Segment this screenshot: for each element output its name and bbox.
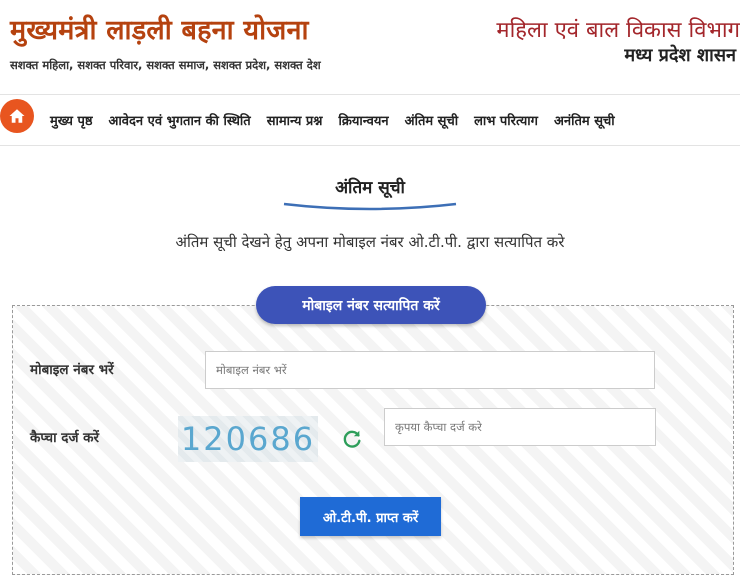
site-tagline: सशक्त महिला, सशक्त परिवार, सशक्त समाज, स… xyxy=(10,58,321,72)
heading-underline xyxy=(283,202,457,211)
get-otp-button[interactable]: ओ.टी.पी. प्राप्त करें xyxy=(300,497,441,536)
home-icon xyxy=(9,109,25,123)
department-name: महिला एवं बाल विकास विभाग xyxy=(496,18,740,43)
captcha-input[interactable] xyxy=(384,408,656,446)
nav-item-provisional-list[interactable]: अनंतिम सूची xyxy=(554,111,615,129)
government-name: मध्य प्रदेश शासन xyxy=(624,45,736,66)
nav-item-benefit-renunciation[interactable]: लाभ परित्याग xyxy=(474,111,538,129)
site-header: मुख्यमंत्री लाड़ली बहना योजना सशक्त महिल… xyxy=(0,0,740,92)
captcha-label: कैप्चा दर्ज करें xyxy=(30,430,100,446)
refresh-icon[interactable] xyxy=(341,428,363,450)
nav-item-implementation[interactable]: क्रियान्वयन xyxy=(339,111,389,129)
home-button[interactable] xyxy=(0,99,34,133)
nav-item-home[interactable]: मुख्य पृष्ठ xyxy=(50,111,93,129)
nav-item-final-list[interactable]: अंतिम सूची xyxy=(405,111,458,129)
nav-item-application-status[interactable]: आवेदन एवं भुगतान की स्थिति xyxy=(109,111,251,129)
nav-items: मुख्य पृष्ठ आवेदन एवं भुगतान की स्थिति स… xyxy=(50,111,631,129)
nav-item-faq[interactable]: सामान्य प्रश्न xyxy=(267,111,323,129)
mobile-input[interactable] xyxy=(205,351,655,389)
page-instruction: अंतिम सूची देखने हेतु अपना मोबाइल नंबर ओ… xyxy=(175,233,565,251)
site-title[interactable]: मुख्यमंत्री लाड़ली बहना योजना xyxy=(10,10,309,47)
form-badge: मोबाइल नंबर सत्यापित करें xyxy=(256,286,486,324)
captcha-image: 120686 xyxy=(178,416,318,462)
main-navigation: मुख्य पृष्ठ आवेदन एवं भुगतान की स्थिति स… xyxy=(0,94,740,146)
mobile-label: मोबाइल नंबर भरें xyxy=(30,362,114,378)
page-title: अंतिम सूची xyxy=(335,178,405,198)
